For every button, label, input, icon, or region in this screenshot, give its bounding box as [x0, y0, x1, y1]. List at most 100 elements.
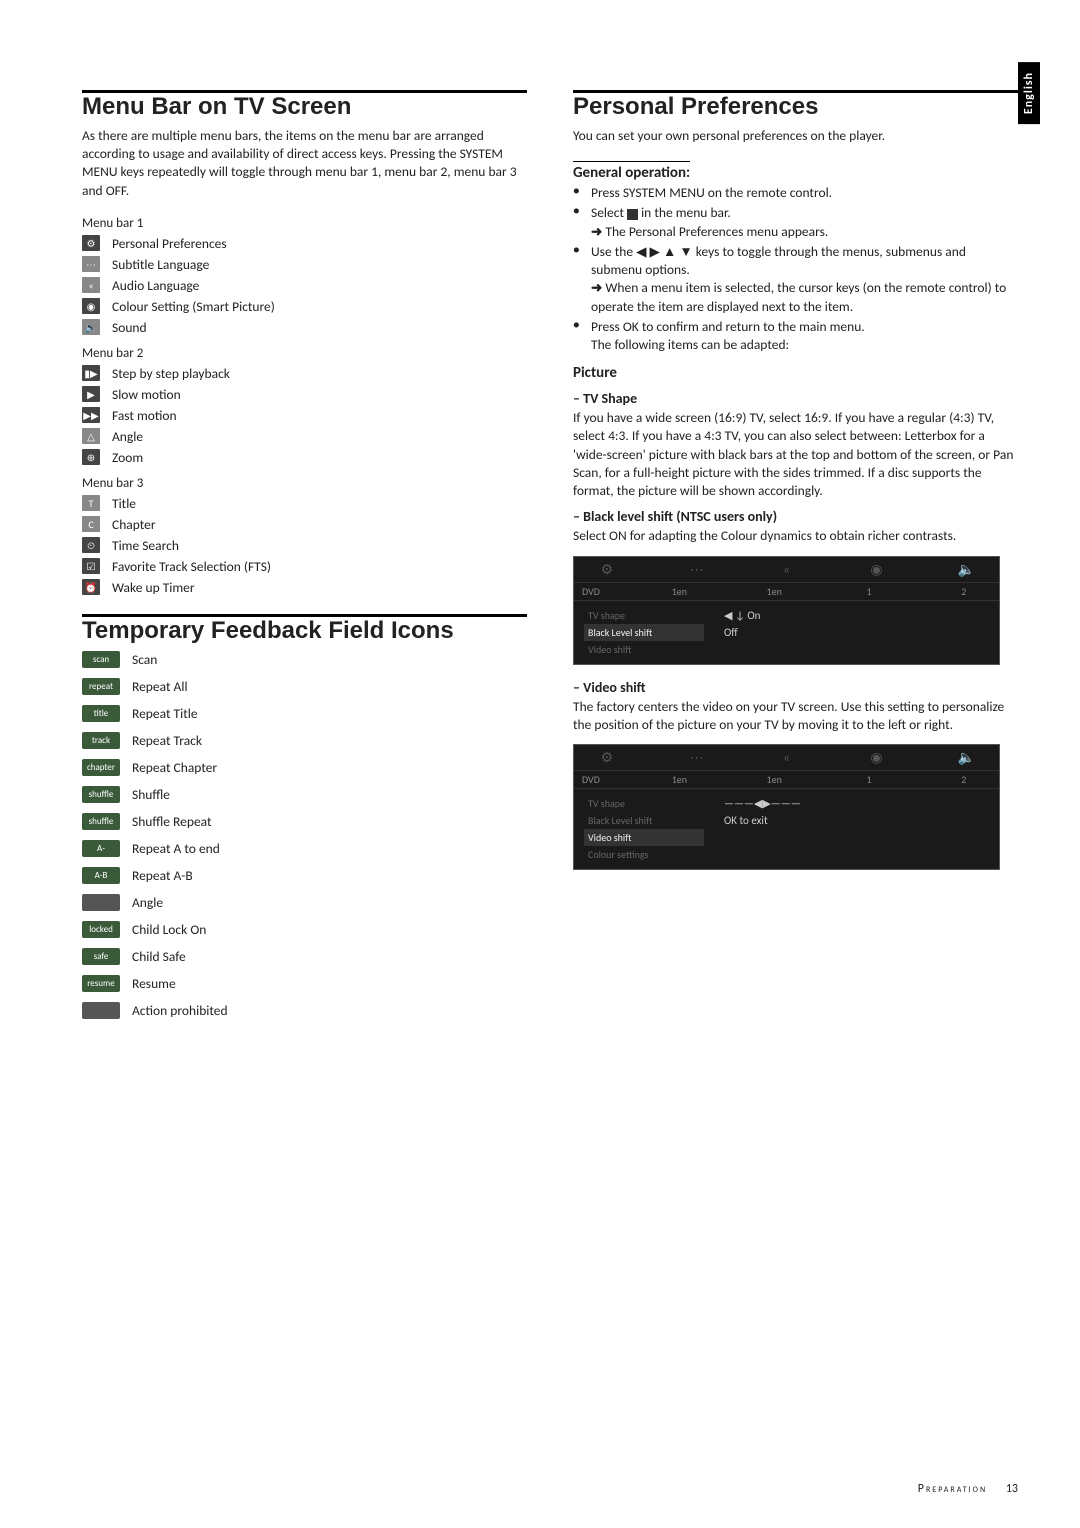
bullet-4a: Press OK to confirm and return to the ma…: [591, 318, 865, 335]
menu3-item: Title: [112, 495, 136, 512]
feedback-badge: A-B: [82, 867, 120, 884]
menu1-item: Audio Language: [112, 277, 199, 294]
menu3-item: Favorite Track Selection (FTS): [112, 558, 271, 575]
right-column: Personal Preferences You can set your ow…: [573, 90, 1018, 1029]
feedback-label: Angle: [132, 894, 163, 911]
menu1-title: Menu bar 1: [82, 216, 527, 231]
bullet-2a: Select: [591, 204, 627, 221]
bullet-1: Press SYSTEM MENU on the remote control.: [573, 184, 1018, 202]
arrow-1: The Personal Preferences menu appears.: [591, 223, 1018, 241]
general-bullets: Press SYSTEM MENU on the remote control.…: [573, 184, 1018, 354]
heading-tvshape: – TV Shape: [573, 390, 1018, 407]
menu2-item: Angle: [112, 428, 143, 445]
feedback-label: Repeat Title: [132, 705, 198, 722]
feedback-badge: shuffle: [82, 786, 120, 803]
sound-icon: 🔈: [82, 319, 100, 335]
timesearch-icon: ⏲: [82, 537, 100, 553]
black-text: Select ON for adapting the Colour dynami…: [573, 527, 1018, 545]
feedback-badge: chapter: [82, 759, 120, 776]
fast-icon: ▶▶: [82, 407, 100, 423]
feedback-item: A- Repeat A to end: [82, 840, 527, 857]
heading-feedback: Temporary Feedback Field Icons: [82, 614, 527, 645]
bullet-4b: The following items can be adapted:: [591, 336, 789, 353]
osd-mockup-video-shift: ⚙⋯«◉🔈DVD1en1en12TV shapeBlack Level shif…: [573, 744, 1000, 870]
menu-bar-intro: As there are multiple menu bars, the ite…: [82, 127, 527, 200]
bullet-2b: in the menu bar.: [638, 204, 731, 221]
timer-icon: ⏰: [82, 579, 100, 595]
menu2-item: Zoom: [112, 449, 143, 466]
feedback-item: Angle: [82, 894, 527, 911]
feedback-item: safeChild Safe: [82, 948, 527, 965]
menu1-item: Colour Setting (Smart Picture): [112, 298, 275, 315]
step-icon: ▮▶: [82, 365, 100, 381]
feedback-item: Action prohibited: [82, 1002, 527, 1019]
feedback-item: A-BRepeat A-B: [82, 867, 527, 884]
feedback-item: resume Resume: [82, 975, 527, 992]
feedback-badge: [82, 1002, 120, 1019]
menu2-item: Fast motion: [112, 407, 177, 424]
feedback-badge: title: [82, 705, 120, 722]
prefs-inline-icon: [627, 209, 638, 220]
fts-icon: ☑: [82, 558, 100, 574]
feedback-item: lockedChild Lock On: [82, 921, 527, 938]
osd-mockup-black-level: ⚙⋯«◉🔈DVD1en1en12TV shapeBlack Level shif…: [573, 556, 1000, 665]
footer-page: 13: [1006, 1482, 1018, 1496]
feedback-item: scan Scan: [82, 651, 527, 668]
menu2-title: Menu bar 2: [82, 346, 527, 361]
feedback-badge: repeat: [82, 678, 120, 695]
chapter-icon: C: [82, 516, 100, 532]
menu2-item: Step by step playback: [112, 365, 230, 382]
feedback-badge: A-: [82, 840, 120, 857]
heading-picture: Picture: [573, 364, 1018, 382]
bullet-2: Select in the menu bar. The Personal Pre…: [573, 204, 1018, 240]
heading-video: – Video shift: [573, 679, 1018, 696]
feedback-label: Repeat Track: [132, 732, 202, 749]
feedback-item: shuffle Shuffle Repeat: [82, 813, 527, 830]
menu1-item: Subtitle Language: [112, 256, 209, 273]
feedback-label: Child Lock On: [132, 921, 206, 938]
title-icon: T: [82, 495, 100, 511]
colour-icon: ◉: [82, 298, 100, 314]
feedback-label: Repeat A to end: [132, 840, 220, 857]
menu3-item: Time Search: [112, 537, 179, 554]
feedback-label: Shuffle: [132, 786, 170, 803]
angle-icon: △: [82, 428, 100, 444]
tvshape-text: If you have a wide screen (16:9) TV, sel…: [573, 409, 1018, 500]
feedback-label: Repeat Chapter: [132, 759, 217, 776]
footer-section: Preparation: [918, 1482, 987, 1496]
feedback-item: title Repeat Title: [82, 705, 527, 722]
heading-menu-bar: Menu Bar on TV Screen: [82, 90, 527, 121]
bullet-3-text: Use the ◀ ▶ ▲ ▼ keys to toggle through t…: [591, 243, 966, 278]
menu2-item: Slow motion: [112, 386, 181, 403]
feedback-badge: shuffle: [82, 813, 120, 830]
left-column: Menu Bar on TV Screen As there are multi…: [82, 90, 527, 1029]
feedback-item: track Repeat Track: [82, 732, 527, 749]
feedback-badge: scan: [82, 651, 120, 668]
feedback-list: scan Scan repeat Repeat All title Repeat Titl…: [82, 651, 527, 1019]
feedback-item: repeat Repeat All: [82, 678, 527, 695]
heading-black: – Black level shift (NTSC users only): [573, 508, 1018, 525]
page-columns: Menu Bar on TV Screen As there are multi…: [0, 0, 1080, 1059]
feedback-label: Shuffle Repeat: [132, 813, 212, 830]
menu3-title: Menu bar 3: [82, 476, 527, 491]
video-text: The factory centers the video on your TV…: [573, 698, 1018, 734]
feedback-label: Scan: [132, 651, 157, 668]
feedback-badge: track: [82, 732, 120, 749]
feedback-badge: safe: [82, 948, 120, 965]
feedback-label: Resume: [132, 975, 176, 992]
feedback-badge: resume: [82, 975, 120, 992]
menu1-item: Sound: [112, 319, 147, 336]
personal-intro: You can set your own personal preference…: [573, 127, 1018, 145]
menu1-item: Personal Preferences: [112, 235, 227, 252]
menu2-list: ▮▶ Step by step playback ▶ Slow motion ▶▶ F…: [82, 365, 527, 466]
heading-personal: Personal Preferences: [573, 90, 1018, 121]
zoom-icon: ⊕: [82, 449, 100, 465]
audio-icon: «: [82, 277, 100, 293]
slow-icon: ▶: [82, 386, 100, 402]
feedback-item: chapter Repeat Chapter: [82, 759, 527, 776]
feedback-label: Repeat All: [132, 678, 188, 695]
menu3-item: Chapter: [112, 516, 156, 533]
arrow-2: When a menu item is selected, the cursor…: [591, 279, 1018, 315]
menu3-list: T Title C Chapter ⏲ Time Search ☑ Favorite T…: [82, 495, 527, 596]
heading-general: General operation:: [573, 161, 690, 182]
